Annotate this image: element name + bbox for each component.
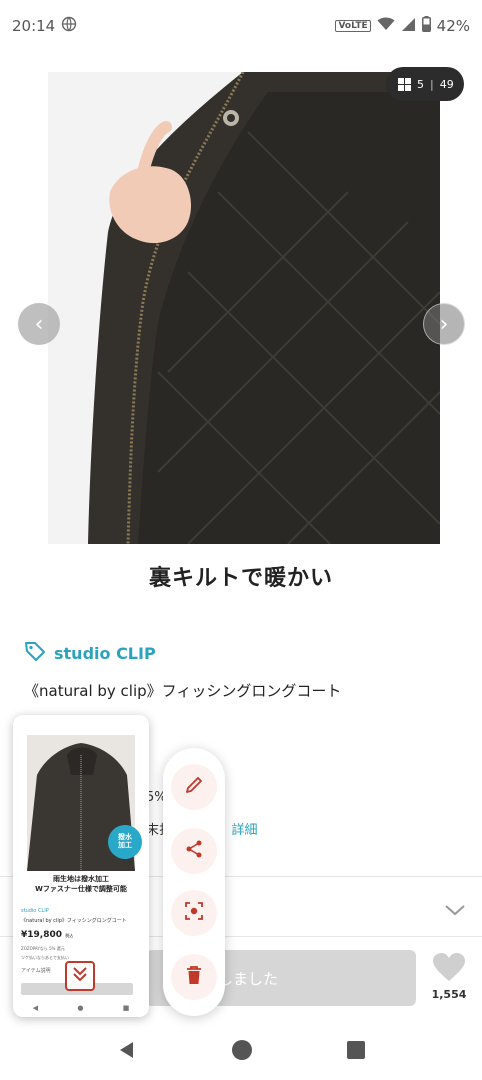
share-icon	[184, 839, 204, 863]
screen: 20:14 VoLTE 42% 5 | 49 ‹ › 裏キルトで暖かい stud…	[0, 0, 482, 1080]
thumbnail-recent-icon: ■	[122, 1004, 130, 1012]
thumbnail-section: アイテム説明	[21, 968, 51, 974]
volte-badge: VoLTE	[335, 20, 371, 32]
product-title: 《natural by clip》フィッシングロングコート	[24, 682, 342, 700]
screenshot-actions	[163, 748, 225, 1016]
status-time: 20:14	[12, 17, 56, 35]
scan-icon	[184, 901, 204, 925]
battery-percent: 42%	[436, 17, 470, 35]
thumbnail-price-value: ¥19,800	[21, 930, 62, 940]
badge-text: 撥水 加工	[118, 833, 132, 849]
thumbnail-caption-line1: 雨生地は撥水加工	[53, 875, 109, 883]
thumbnail-price: ¥19,800 税込	[21, 930, 73, 940]
thumbnail-price-suffix: 税込	[65, 933, 74, 938]
water-repellent-badge: 撥水 加工	[108, 825, 142, 859]
chevron-right-icon: ›	[439, 311, 449, 337]
image-caption: 裏キルトで暖かい	[148, 566, 333, 591]
thumbnail-nav: ◀ ● ■	[13, 999, 149, 1017]
scan-button[interactable]	[171, 890, 217, 936]
chevron-down-icon[interactable]	[440, 898, 470, 922]
previous-image-button[interactable]: ‹	[18, 303, 60, 345]
globe-icon	[61, 16, 77, 36]
thumbnail-home-icon: ●	[77, 1004, 84, 1012]
favorite-button[interactable]: 1,554	[426, 952, 472, 1001]
double-chevron-down-icon	[71, 965, 89, 987]
next-image-button[interactable]: ›	[423, 303, 465, 345]
payment-detail-link[interactable]: 詳細	[231, 823, 257, 838]
tag-icon	[24, 640, 46, 666]
screenshot-thumbnail[interactable]: 撥水 加工 雨生地は撥水加工 Wファスナー仕様で調整可能 studio CLIP…	[13, 715, 149, 1017]
current-image-index: 5	[417, 77, 424, 91]
heart-icon	[432, 953, 466, 986]
thumbnail-caption: 雨生地は撥水加工 Wファスナー仕様で調整可能	[13, 875, 149, 895]
status-bar: 20:14 VoLTE 42%	[0, 0, 482, 52]
thumbnail-info-line1: ZOZOPAYなら 5% 還元	[21, 946, 65, 951]
edit-button[interactable]	[171, 764, 217, 810]
trash-icon	[185, 965, 203, 989]
status-right: VoLTE 42%	[335, 16, 470, 36]
pencil-icon	[184, 775, 204, 799]
back-icon[interactable]	[117, 1040, 137, 1064]
brand-name: studio CLIP	[54, 643, 156, 663]
signal-icon	[401, 17, 416, 36]
chevron-left-icon: ‹	[34, 311, 44, 337]
thumbnail-title: 《natural by clip》フィッシングロングコート	[21, 918, 127, 924]
share-button[interactable]	[171, 828, 217, 874]
grid-icon	[398, 77, 411, 91]
home-icon[interactable]	[231, 1039, 253, 1065]
thumbnail-back-icon: ◀	[32, 1004, 39, 1012]
system-navigation-bar	[0, 1024, 482, 1080]
cart-button-label: しました	[217, 969, 278, 988]
favorite-count: 1,554	[431, 988, 467, 1001]
product-image[interactable]	[48, 72, 440, 544]
status-left: 20:14	[12, 16, 77, 36]
wifi-icon	[377, 17, 395, 35]
expand-screenshot-button[interactable]	[65, 961, 95, 991]
thumbnail-brand: studio CLIP	[21, 908, 49, 914]
battery-icon	[421, 16, 431, 36]
counter-separator: |	[430, 77, 434, 91]
thumbnail-info-line2: ツケ払いならあとで支払い	[21, 955, 69, 960]
image-counter[interactable]: 5 | 49	[386, 67, 464, 101]
thumbnail-caption-line2: Wファスナー仕様で調整可能	[35, 884, 127, 893]
recent-apps-icon[interactable]	[347, 1041, 365, 1063]
delete-button[interactable]	[171, 954, 217, 1000]
total-images: 49	[439, 77, 454, 91]
brand-link[interactable]: studio CLIP	[24, 640, 156, 666]
